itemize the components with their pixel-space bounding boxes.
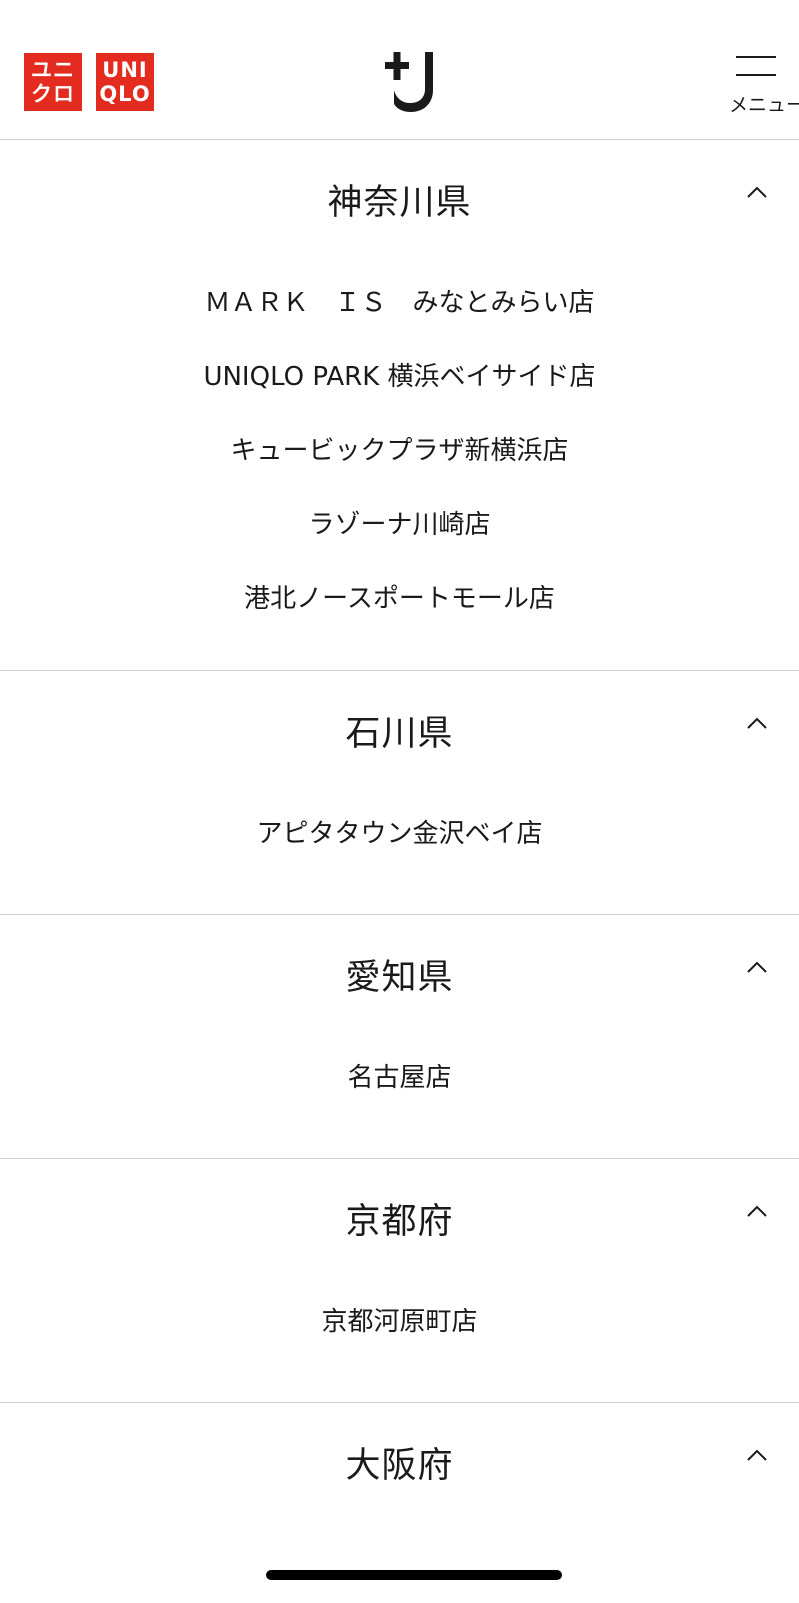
home-indicator[interactable] (266, 1570, 562, 1580)
section-header[interactable]: 大阪府 (0, 1403, 799, 1521)
logo-jp-line2: クロ (31, 82, 75, 106)
store-sections: 神奈川県 ＭＡＲＫ ＩＳ みなとみらい店 UNIQLO PARK 横浜ベイサイド… (0, 140, 799, 1603)
chevron-up-icon[interactable] (745, 184, 769, 200)
store-link[interactable]: 京都河原町店 (0, 1285, 799, 1359)
section-title: 石川県 (345, 714, 454, 754)
prefecture-section-aichi: 愛知県 名古屋店 (0, 915, 799, 1159)
logo-en-line1: UNI (102, 58, 148, 82)
plus-j-logo[interactable] (385, 52, 441, 112)
uniqlo-logo-english[interactable]: UNI QLO (96, 53, 154, 111)
header: ユニ クロ UNI QLO メニュー (0, 0, 799, 140)
menu-label: メニュー (729, 94, 799, 116)
store-link[interactable]: ＭＡＲＫ ＩＳ みなとみらい店 (0, 266, 799, 340)
prefecture-section-kanagawa: 神奈川県 ＭＡＲＫ ＩＳ みなとみらい店 UNIQLO PARK 横浜ベイサイド… (0, 140, 799, 671)
store-link[interactable]: UNIQLO PARK 横浜ベイサイド店 (0, 340, 799, 414)
prefecture-section-kyoto: 京都府 京都河原町店 (0, 1159, 799, 1403)
section-header[interactable]: 石川県 (0, 671, 799, 789)
section-header[interactable]: 京都府 (0, 1159, 799, 1277)
uniqlo-logo-japanese[interactable]: ユニ クロ (24, 53, 82, 111)
chevron-up-icon[interactable] (745, 959, 769, 975)
store-list: ＭＡＲＫ ＩＳ みなとみらい店 UNIQLO PARK 横浜ベイサイド店 キュー… (0, 258, 799, 636)
section-title: 京都府 (345, 1202, 454, 1242)
logo-en-line2: QLO (99, 82, 151, 106)
store-link[interactable]: 港北ノースポートモール店 (0, 562, 799, 636)
section-title: 愛知県 (345, 958, 454, 998)
store-list: 名古屋店 (0, 1033, 799, 1115)
section-header[interactable]: 神奈川県 (0, 140, 799, 258)
store-list: 京都河原町店 (0, 1277, 799, 1359)
menu-button[interactable]: メニュー (715, 52, 799, 116)
store-link[interactable]: キュービックプラザ新横浜店 (0, 414, 799, 488)
section-title: 大阪府 (345, 1446, 454, 1486)
store-link[interactable]: ラゾーナ川崎店 (0, 488, 799, 562)
hamburger-icon-bar-bottom (736, 74, 776, 76)
chevron-up-icon[interactable] (745, 715, 769, 731)
section-header[interactable]: 愛知県 (0, 915, 799, 1033)
chevron-up-icon[interactable] (745, 1203, 769, 1219)
chevron-up-icon[interactable] (745, 1447, 769, 1463)
store-link[interactable]: 名古屋店 (0, 1041, 799, 1115)
store-list: アピタタウン金沢ベイ店 (0, 789, 799, 871)
store-link[interactable]: アピタタウン金沢ベイ店 (0, 797, 799, 871)
hamburger-icon-bar-top (736, 56, 776, 58)
logo-jp-line1: ユニ (31, 58, 75, 82)
prefecture-section-ishikawa: 石川県 アピタタウン金沢ベイ店 (0, 671, 799, 915)
section-title: 神奈川県 (327, 183, 472, 223)
